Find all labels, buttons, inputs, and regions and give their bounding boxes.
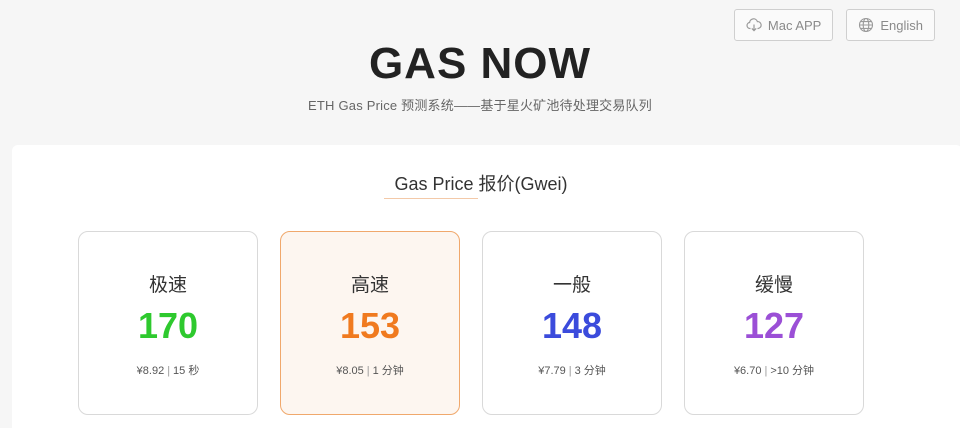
panel-title: Gas Price 报价(Gwei) (394, 174, 568, 194)
hero: GAS NOW ETH Gas Price 预测系统——基于星火矿池待处理交易队… (0, 40, 960, 114)
gas-price-panel: Gas Price 报价(Gwei) 极速 170 ¥8.92 | 15 秒 高速 … (12, 145, 960, 428)
card-meta: ¥6.70 | >10 分钟 (685, 362, 863, 378)
card-price: 170 (137, 305, 199, 346)
card-meta: ¥8.92 | 15 秒 (79, 362, 257, 378)
language-label: English (880, 17, 923, 33)
panel-title-underline (384, 198, 478, 199)
price-card-slow[interactable]: 缓慢 127 ¥6.70 | >10 分钟 (684, 231, 864, 415)
mac-app-button[interactable]: Mac APP (733, 9, 834, 41)
card-cny: ¥6.70 (733, 365, 762, 377)
separator: | (366, 365, 370, 377)
card-cny: ¥8.05 (336, 365, 364, 377)
cloud-download-icon (746, 17, 762, 33)
top-actions: Mac APP English (733, 9, 935, 41)
card-price: 153 (339, 305, 401, 346)
page-subtitle: ETH Gas Price 预测系统——基于星火矿池待处理交易队列 (308, 98, 652, 113)
card-price: 127 (743, 305, 805, 346)
mac-app-label: Mac APP (767, 17, 822, 33)
card-meta: ¥8.05 | 1 分钟 (281, 362, 459, 378)
card-label: 缓慢 (754, 275, 793, 296)
page-title: GAS NOW (368, 39, 592, 88)
price-card-standard[interactable]: 一般 148 ¥7.79 | 3 分钟 (482, 231, 662, 415)
separator: | (167, 365, 171, 377)
separator: | (568, 365, 572, 377)
card-label: 极速 (148, 275, 187, 296)
card-time: 1 分钟 (372, 365, 404, 377)
card-cny: ¥7.79 (538, 365, 566, 377)
globe-icon (858, 17, 874, 33)
separator: | (764, 365, 768, 377)
card-time: 3 分钟 (574, 365, 606, 377)
card-time: 15 秒 (173, 365, 200, 377)
card-meta: ¥7.79 | 3 分钟 (483, 362, 661, 378)
card-label: 一般 (552, 275, 591, 296)
card-cny: ¥8.92 (136, 365, 165, 377)
price-card-fast[interactable]: 高速 153 ¥8.05 | 1 分钟 (280, 231, 460, 415)
card-price: 148 (541, 305, 603, 346)
price-cards: 极速 170 ¥8.92 | 15 秒 高速 153 ¥8.05 | 1 分钟 一般 1… (78, 231, 864, 415)
card-label: 高速 (350, 275, 389, 296)
card-time: >10 分钟 (770, 365, 815, 377)
language-button[interactable]: English (846, 9, 935, 41)
price-card-fastest[interactable]: 极速 170 ¥8.92 | 15 秒 (78, 231, 258, 415)
